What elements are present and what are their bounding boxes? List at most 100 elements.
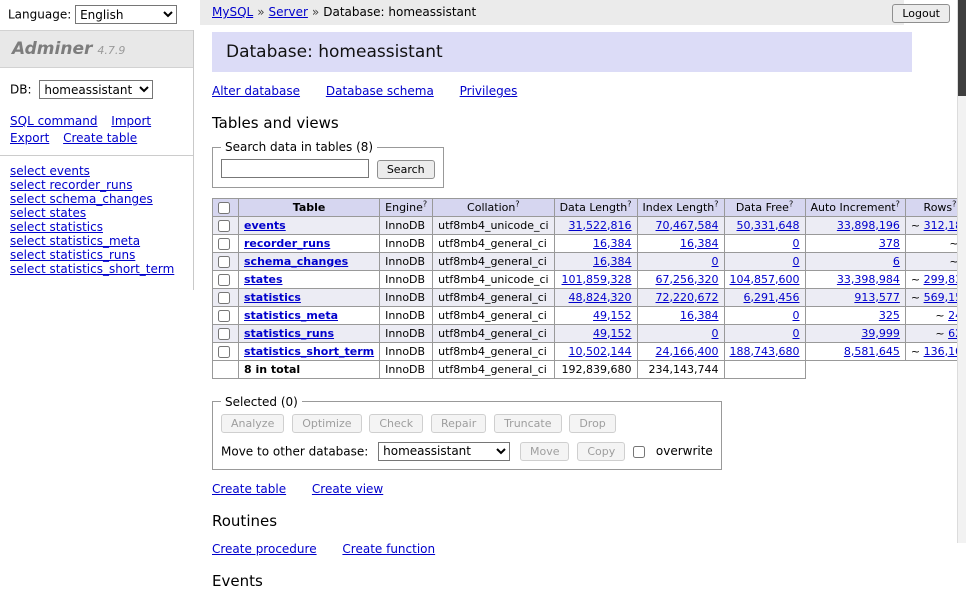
privileges-link[interactable]: Privileges bbox=[460, 84, 518, 98]
column-help-link[interactable]: ? bbox=[896, 199, 900, 208]
row-checkbox[interactable] bbox=[218, 256, 230, 268]
index-length-link[interactable]: 0 bbox=[712, 327, 719, 340]
data-free-link[interactable]: 6,291,456 bbox=[744, 291, 800, 304]
column-help-link[interactable]: ? bbox=[515, 199, 519, 208]
row-checkbox[interactable] bbox=[218, 346, 230, 358]
move-button[interactable]: Move bbox=[520, 442, 570, 461]
data-length-link[interactable]: 48,824,320 bbox=[569, 291, 632, 304]
data-length-link[interactable]: 16,384 bbox=[593, 255, 632, 268]
data-free-cell: 104,857,600 bbox=[724, 270, 805, 288]
table-name-link[interactable]: recorder_runs bbox=[244, 237, 330, 250]
data-free-link[interactable]: 188,743,680 bbox=[730, 345, 800, 358]
create-function-link[interactable]: Create function bbox=[342, 542, 435, 556]
table-header-row: Table Engine? Collation? Data Length? In… bbox=[213, 198, 966, 216]
scrollbar-thumb[interactable] bbox=[958, 0, 966, 96]
index-length-link[interactable]: 67,256,320 bbox=[656, 273, 719, 286]
check-button[interactable]: Check bbox=[369, 414, 423, 433]
sidebar-table-link[interactable]: select statistics_meta bbox=[10, 234, 193, 248]
sidebar-table-link[interactable]: select states bbox=[10, 206, 193, 220]
data-free-link[interactable]: 0 bbox=[793, 309, 800, 322]
overwrite-label[interactable]: overwrite bbox=[656, 444, 713, 458]
row-checkbox[interactable] bbox=[218, 220, 230, 232]
table-name-link[interactable]: statistics_short_term bbox=[244, 345, 374, 358]
analyze-button[interactable]: Analyze bbox=[221, 414, 284, 433]
create-procedure-link[interactable]: Create procedure bbox=[212, 542, 317, 556]
truncate-button[interactable]: Truncate bbox=[494, 414, 561, 433]
index-length-link[interactable]: 16,384 bbox=[680, 309, 719, 322]
index-length-link[interactable]: 0 bbox=[712, 255, 719, 268]
table-name-link[interactable]: statistics_meta bbox=[244, 309, 338, 322]
index-length-link[interactable]: 24,166,400 bbox=[656, 345, 719, 358]
auto-increment-link[interactable]: 8,581,645 bbox=[844, 345, 900, 358]
column-help-link[interactable]: ? bbox=[627, 199, 631, 208]
table-name-link[interactable]: events bbox=[244, 219, 286, 232]
data-length-link[interactable]: 31,522,816 bbox=[569, 219, 632, 232]
row-checkbox[interactable] bbox=[218, 238, 230, 250]
column-help-link[interactable]: ? bbox=[789, 199, 793, 208]
repair-button[interactable]: Repair bbox=[431, 414, 486, 433]
drop-button[interactable]: Drop bbox=[569, 414, 615, 433]
auto-increment-link[interactable]: 325 bbox=[879, 309, 900, 322]
select-all-checkbox[interactable] bbox=[218, 202, 230, 214]
data-length-link[interactable]: 16,384 bbox=[593, 237, 632, 250]
sidebar-table-link[interactable]: select statistics bbox=[10, 220, 193, 234]
index-length-link[interactable]: 72,220,672 bbox=[656, 291, 719, 304]
data-free-link[interactable]: 0 bbox=[793, 255, 800, 268]
bulk-actions-row: Analyze Optimize Check Repair Truncate D… bbox=[221, 414, 713, 433]
sidebar-table-link[interactable]: select schema_changes bbox=[10, 192, 193, 206]
data-length-link[interactable]: 10,502,144 bbox=[569, 345, 632, 358]
breadcrumb-link-mysql[interactable]: MySQL bbox=[212, 5, 253, 19]
selected-legend: Selected (0) bbox=[221, 395, 302, 409]
create-view-link[interactable]: Create view bbox=[312, 482, 383, 496]
data-length-link[interactable]: 49,152 bbox=[593, 327, 632, 340]
vertical-scrollbar[interactable] bbox=[957, 0, 966, 543]
data-free-link[interactable]: 104,857,600 bbox=[730, 273, 800, 286]
sidebar-table-link[interactable]: select events bbox=[10, 164, 193, 178]
column-help-link[interactable]: ? bbox=[423, 199, 427, 208]
table-name-link[interactable]: states bbox=[244, 273, 283, 286]
data-length-link[interactable]: 49,152 bbox=[593, 309, 632, 322]
sidebar-table-link[interactable]: select recorder_runs bbox=[10, 178, 193, 192]
breadcrumb-link-server[interactable]: Server bbox=[269, 5, 308, 19]
index-length-link[interactable]: 16,384 bbox=[680, 237, 719, 250]
column-help-link[interactable]: ? bbox=[714, 199, 718, 208]
overwrite-checkbox[interactable] bbox=[633, 446, 645, 458]
logout-button[interactable]: Logout bbox=[892, 4, 950, 23]
create-table-link[interactable]: Create table bbox=[212, 482, 286, 496]
data-free-link[interactable]: 0 bbox=[793, 327, 800, 340]
language-select[interactable]: English bbox=[75, 5, 177, 24]
search-input[interactable] bbox=[221, 159, 369, 178]
move-db-select[interactable]: homeassistant bbox=[378, 442, 510, 461]
sidebar-table-link[interactable]: select statistics_runs bbox=[10, 248, 193, 262]
row-checkbox[interactable] bbox=[218, 328, 230, 340]
index-length-link[interactable]: 70,467,584 bbox=[656, 219, 719, 232]
table-name-link[interactable]: schema_changes bbox=[244, 255, 348, 268]
optimize-button[interactable]: Optimize bbox=[292, 414, 361, 433]
table-name-link[interactable]: statistics bbox=[244, 291, 301, 304]
data-free-link[interactable]: 50,331,648 bbox=[737, 219, 800, 232]
auto-increment-link[interactable]: 913,577 bbox=[854, 291, 900, 304]
sidebar-link-import[interactable]: Import bbox=[111, 114, 151, 128]
sidebar-link-export[interactable]: Export bbox=[10, 131, 49, 145]
sidebar-link-create-table[interactable]: Create table bbox=[63, 131, 137, 145]
auto-increment-link[interactable]: 39,999 bbox=[861, 327, 900, 340]
copy-button[interactable]: Copy bbox=[577, 442, 625, 461]
data-length-link[interactable]: 101,859,328 bbox=[562, 273, 632, 286]
auto-increment-link[interactable]: 33,398,984 bbox=[837, 273, 900, 286]
row-checkbox[interactable] bbox=[218, 274, 230, 286]
column-help-link[interactable]: ? bbox=[952, 199, 956, 208]
sidebar-table-link[interactable]: select statistics_short_term bbox=[10, 262, 193, 276]
db-select[interactable]: homeassistant bbox=[39, 80, 153, 99]
sidebar-link-sql-command[interactable]: SQL command bbox=[10, 114, 97, 128]
alter-database-link[interactable]: Alter database bbox=[212, 84, 300, 98]
data-free-link[interactable]: 0 bbox=[793, 237, 800, 250]
database-schema-link[interactable]: Database schema bbox=[326, 84, 434, 98]
row-checkbox[interactable] bbox=[218, 292, 230, 304]
auto-increment-link[interactable]: 378 bbox=[879, 237, 900, 250]
auto-increment-link[interactable]: 33,898,196 bbox=[837, 219, 900, 232]
data-free-cell: 50,331,648 bbox=[724, 216, 805, 234]
search-button[interactable]: Search bbox=[377, 160, 435, 179]
row-checkbox[interactable] bbox=[218, 310, 230, 322]
table-name-link[interactable]: statistics_runs bbox=[244, 327, 334, 340]
auto-increment-link[interactable]: 6 bbox=[893, 255, 900, 268]
